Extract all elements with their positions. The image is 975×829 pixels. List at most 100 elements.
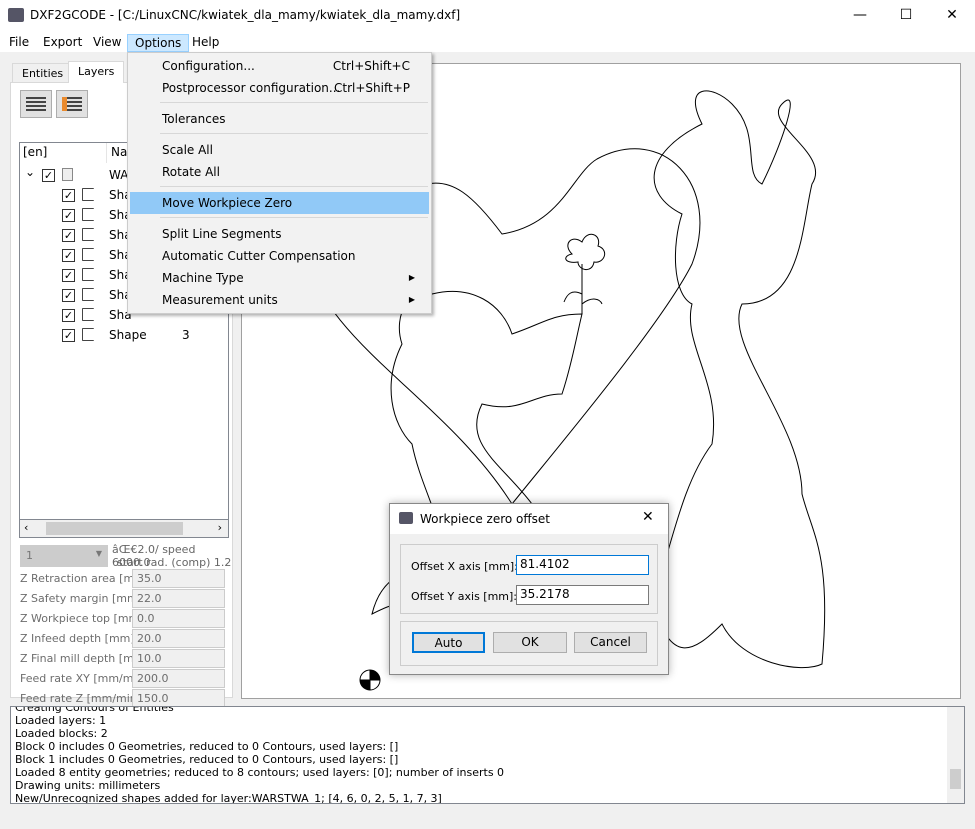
menu-item[interactable]: Split Line Segments bbox=[130, 223, 429, 245]
chevron-down-icon[interactable]: ⌄ bbox=[25, 165, 35, 179]
log-line: Loaded 8 entity geometries; reduced to 8… bbox=[15, 766, 505, 779]
menu-item[interactable]: Postprocessor configuration... Ctrl+Shift… bbox=[130, 77, 429, 99]
layer-name: WA bbox=[109, 168, 129, 182]
offset-y-label: Offset Y axis [mm]: bbox=[411, 590, 518, 603]
menu-item[interactable]: Rotate All bbox=[130, 161, 429, 183]
menu-item[interactable]: Tolerances bbox=[130, 108, 429, 130]
tool-combo[interactable]: 1 ▼ bbox=[20, 545, 108, 567]
param-input[interactable]: 200.0 bbox=[132, 669, 225, 688]
log-line: Loaded blocks: 2 bbox=[15, 727, 108, 740]
menu-separator bbox=[160, 186, 428, 187]
dialog-title: Workpiece zero offset bbox=[420, 512, 550, 526]
offset-group: Offset X axis [mm]: 81.4102 Offset Y axi… bbox=[400, 544, 658, 614]
cancel-button[interactable]: Cancel bbox=[574, 632, 647, 653]
param-label: Z Infeed depth [mm] bbox=[20, 632, 135, 645]
menu-view[interactable]: View bbox=[86, 34, 128, 52]
menu-help[interactable]: Help bbox=[185, 34, 226, 52]
menu-item[interactable]: Scale All bbox=[130, 139, 429, 161]
menu-item-label: Rotate All bbox=[162, 165, 220, 179]
shape-checkbox[interactable]: ✓ bbox=[62, 189, 75, 202]
menu-item[interactable]: Measurement units ▶ bbox=[130, 289, 429, 311]
tool-info-2: start rad. (comp) 1.2 bbox=[117, 556, 232, 569]
flower-shape bbox=[563, 233, 606, 314]
menu-item-label: Measurement units bbox=[162, 293, 278, 307]
menu-item[interactable]: Configuration... Ctrl+Shift+C bbox=[130, 55, 429, 77]
shape-checkbox[interactable]: ✓ bbox=[62, 309, 75, 322]
scrollbar-thumb[interactable] bbox=[46, 522, 183, 535]
log-vertical-scrollbar[interactable] bbox=[947, 707, 964, 803]
menu-item[interactable]: Move Workpiece Zero bbox=[130, 192, 429, 214]
shape-checkbox[interactable]: ✓ bbox=[62, 249, 75, 262]
ok-button[interactable]: OK bbox=[493, 632, 567, 653]
shape-icon bbox=[82, 208, 94, 221]
scroll-right-icon[interactable]: › bbox=[218, 521, 222, 534]
layer-checkbox[interactable]: ✓ bbox=[42, 169, 55, 182]
button-group: Auto OK Cancel bbox=[400, 621, 658, 666]
menu-item[interactable]: Machine Type ▶ bbox=[130, 267, 429, 289]
scroll-left-icon[interactable]: ‹ bbox=[24, 521, 28, 534]
tab-layers[interactable]: Layers bbox=[68, 61, 125, 83]
param-label: Z Retraction area [mm] bbox=[20, 572, 150, 585]
menu-item-shortcut: Ctrl+Shift+P bbox=[334, 81, 410, 95]
app-icon bbox=[8, 8, 24, 22]
column-header-en: [en] bbox=[23, 145, 48, 159]
auto-button[interactable]: Auto bbox=[412, 632, 485, 653]
menu-item-shortcut: Ctrl+Shift+C bbox=[332, 59, 410, 73]
window-title: DXF2GCODE - [C:/LinuxCNC/kwiatek_dla_mam… bbox=[30, 8, 461, 22]
tool-combo-value: 1 bbox=[26, 549, 33, 562]
log-line: Block 1 includes 0 Geometries, reduced t… bbox=[15, 753, 399, 766]
tab-entities[interactable]: Entities bbox=[12, 63, 74, 83]
shape-icon bbox=[82, 288, 94, 301]
log-line: New/Unrecognized shapes added for layer:… bbox=[15, 792, 442, 804]
message-log[interactable]: Creating Contours of Entities Loaded laye… bbox=[10, 706, 965, 804]
tree-row-shape[interactable]: ✓ Shape bbox=[20, 325, 228, 345]
menu-separator bbox=[160, 102, 428, 103]
param-input[interactable]: 35.0 bbox=[132, 569, 225, 588]
offset-x-label: Offset X axis [mm]: bbox=[411, 560, 518, 573]
indent-icon bbox=[62, 97, 82, 111]
shape-icon bbox=[82, 328, 94, 341]
menu-item-label: Tolerances bbox=[162, 112, 226, 126]
offset-x-input[interactable]: 81.4102 bbox=[516, 555, 649, 575]
expand-all-button[interactable] bbox=[20, 90, 52, 118]
menu-options[interactable]: Options bbox=[127, 34, 190, 52]
menu-item-label: Move Workpiece Zero bbox=[162, 196, 293, 210]
menu-file[interactable]: File bbox=[2, 34, 36, 52]
close-button[interactable]: ✕ bbox=[929, 0, 975, 32]
shape-checkbox[interactable]: ✓ bbox=[62, 289, 75, 302]
menu-item[interactable]: Automatic Cutter Compensation bbox=[130, 245, 429, 267]
shape-checkbox[interactable]: ✓ bbox=[62, 229, 75, 242]
origin-marker-icon bbox=[359, 669, 381, 691]
param-input[interactable]: 0.0 bbox=[132, 609, 225, 628]
shape-checkbox[interactable]: ✓ bbox=[62, 209, 75, 222]
menu-export[interactable]: Export bbox=[36, 34, 89, 52]
minimize-button[interactable]: — bbox=[837, 0, 883, 32]
shape-checkbox[interactable]: ✓ bbox=[62, 329, 75, 342]
shape-number: 3 bbox=[182, 328, 190, 342]
dropdown-arrow-icon: ▼ bbox=[95, 549, 102, 558]
menu-item-label: Split Line Segments bbox=[162, 227, 282, 241]
shape-icon bbox=[82, 248, 94, 261]
dialog-titlebar: Workpiece zero offset ✕ bbox=[390, 504, 668, 534]
maximize-button[interactable]: ☐ bbox=[883, 0, 929, 32]
collapse-all-button[interactable] bbox=[56, 90, 88, 118]
shape-checkbox[interactable]: ✓ bbox=[62, 269, 75, 282]
scrollbar-thumb[interactable] bbox=[950, 769, 961, 789]
param-input[interactable]: 20.0 bbox=[132, 629, 225, 648]
menu-item-label: Machine Type bbox=[162, 271, 244, 285]
title-bar: DXF2GCODE - [C:/LinuxCNC/kwiatek_dla_mam… bbox=[0, 0, 975, 32]
offset-y-input[interactable]: 35.2178 bbox=[516, 585, 649, 605]
tree-horizontal-scrollbar[interactable]: ‹ › bbox=[19, 519, 229, 538]
param-label: Feed rate XY [mm/min] bbox=[20, 672, 148, 685]
dialog-close-icon[interactable]: ✕ bbox=[642, 509, 654, 525]
menu-separator bbox=[160, 133, 428, 134]
layer-icon bbox=[62, 168, 73, 181]
menu-item-label: Postprocessor configuration... bbox=[162, 81, 341, 95]
list-icon bbox=[26, 97, 46, 111]
submenu-arrow-icon: ▶ bbox=[408, 295, 415, 304]
param-input[interactable]: 10.0 bbox=[132, 649, 225, 668]
param-input[interactable]: 22.0 bbox=[132, 589, 225, 608]
menu-separator bbox=[160, 217, 428, 218]
app-icon bbox=[399, 512, 413, 524]
menu-bar: File Export View Options Help bbox=[0, 32, 975, 52]
